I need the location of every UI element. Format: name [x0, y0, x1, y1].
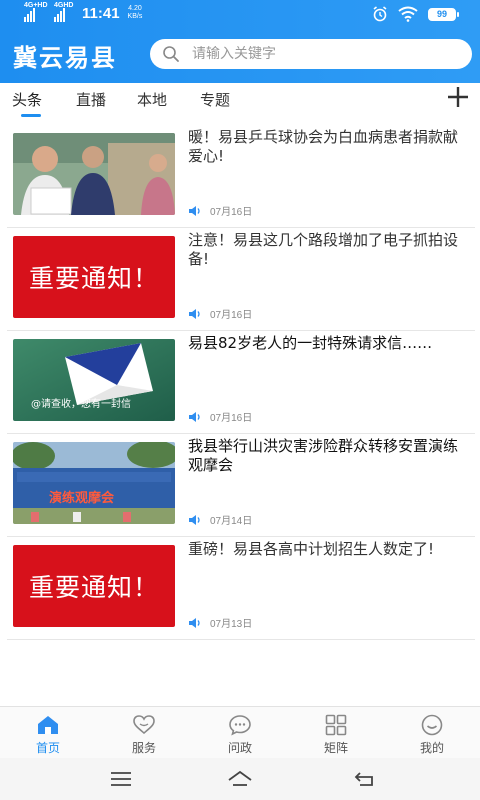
alarm-icon: [373, 6, 387, 22]
tab-live[interactable]: 直播: [76, 89, 106, 110]
heart-icon: [133, 715, 155, 735]
app-title: 冀云易县: [13, 44, 117, 72]
news-date: 07月16日: [210, 413, 253, 424]
news-title: 易县82岁老人的一封特殊请求信……: [188, 334, 433, 352]
user-icon: [421, 714, 443, 736]
menu-icon[interactable]: [108, 768, 134, 790]
news-item[interactable]: 暖！易县乒乓球协会为白血病患者捐款献爱心! 07月16日: [7, 126, 475, 228]
news-meta: 07月16日: [188, 409, 252, 424]
news-title: 注意！易县这几个路段增加了电子抓拍设备!: [188, 231, 459, 268]
speaker-icon[interactable]: [188, 308, 202, 320]
battery-indicator: 99: [428, 7, 459, 21]
search-input[interactable]: [192, 46, 442, 62]
news-meta: 07月16日: [188, 306, 252, 321]
home-icon: [38, 716, 58, 734]
search-bar[interactable]: [150, 39, 472, 69]
tab-headlines[interactable]: 头条: [12, 89, 42, 110]
news-thumbnail-notice: 重要通知！: [13, 545, 175, 627]
nav-matrix[interactable]: 矩阵: [306, 713, 366, 756]
status-time: 11:41: [82, 4, 120, 22]
news-title: 暖！易县乒乓球协会为白血病患者捐款献爱心!: [188, 128, 459, 165]
network-type-2: 4GHD: [54, 2, 74, 9]
home-system-icon[interactable]: [227, 768, 253, 790]
app-header: 4G+HD 4GHD 11:41 4.20 KB/s 99 冀云易县 请输入关键…: [0, 0, 480, 83]
news-thumbnail-photo: [13, 133, 175, 215]
nav-service[interactable]: 服务: [114, 713, 174, 756]
nav-profile[interactable]: 我的: [402, 713, 462, 756]
network-speed: 4.20 KB/s: [127, 5, 143, 20]
system-navigation-bar: [0, 758, 480, 800]
news-date: 07月13日: [210, 619, 253, 630]
news-thumbnail-banner: 演练观摩会: [13, 442, 175, 524]
thumb-caption: @请查收，您有一封信: [31, 399, 131, 410]
tab-local[interactable]: 本地: [137, 89, 167, 110]
news-date: 07月16日: [210, 207, 253, 218]
news-item[interactable]: 重要通知！ 重磅！易县各高中计划招生人数定了! 07月13日: [7, 538, 475, 640]
network-type-1: 4G+HD: [24, 2, 48, 9]
back-icon[interactable]: [352, 768, 378, 790]
wifi-icon: [398, 6, 418, 22]
news-item[interactable]: 重要通知！ 注意！易县这几个路段增加了电子抓拍设备! 07月16日: [7, 229, 475, 331]
news-meta: 07月13日: [188, 615, 252, 630]
tab-topics[interactable]: 专题: [200, 89, 230, 110]
chat-icon: [229, 715, 251, 736]
status-bar: 4G+HD 4GHD 11:41 4.20 KB/s 99: [0, 0, 480, 30]
thumb-caption: 演练观摩会: [49, 491, 115, 506]
news-thumbnail-envelope: @请查收，您有一封信: [13, 339, 175, 421]
speaker-icon[interactable]: [188, 514, 202, 526]
news-meta: 07月16日: [188, 203, 252, 218]
news-title: 重磅！易县各高中计划招生人数定了!: [188, 540, 435, 558]
signal-icon-2: 4GHD: [54, 2, 74, 22]
bottom-navigation: 首页 服务 问政 矩阵 我的: [0, 706, 480, 758]
news-item[interactable]: @请查收，您有一封信 易县82岁老人的一封特殊请求信…… 07月16日: [7, 332, 475, 434]
signal-icon: 4G+HD: [24, 2, 48, 22]
news-title: 我县举行山洪灾害涉险群众转移安置演练观摩会: [188, 437, 459, 474]
news-date: 07月16日: [210, 310, 253, 321]
news-item[interactable]: 演练观摩会 我县举行山洪灾害涉险群众转移安置演练观摩会 07月14日: [7, 435, 475, 537]
news-thumbnail-notice: 重要通知！: [13, 236, 175, 318]
category-tabs: 头条 直播 本地 专题: [0, 83, 480, 119]
news-meta: 07月14日: [188, 512, 252, 527]
grid-icon: [325, 714, 347, 736]
active-tab-indicator: [21, 114, 41, 117]
add-channel-icon[interactable]: [446, 85, 470, 109]
search-icon: [163, 46, 179, 62]
nav-home[interactable]: 首页: [18, 713, 78, 756]
speaker-icon[interactable]: [188, 205, 202, 217]
speaker-icon[interactable]: [188, 617, 202, 629]
news-date: 07月14日: [210, 516, 253, 527]
speaker-icon[interactable]: [188, 411, 202, 423]
nav-inquiry[interactable]: 问政: [210, 713, 270, 756]
